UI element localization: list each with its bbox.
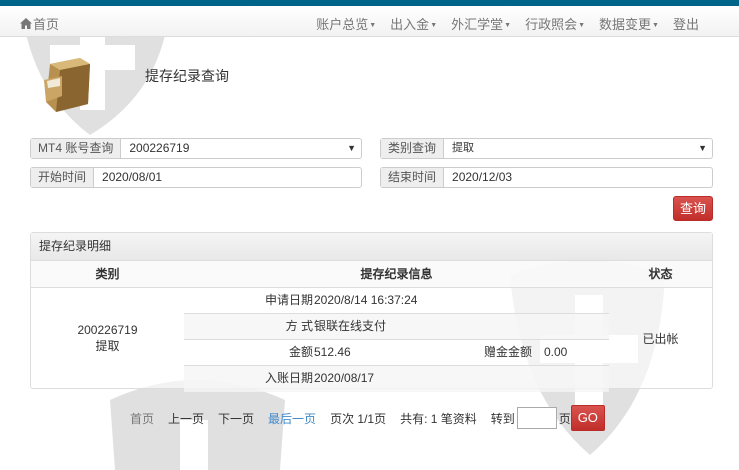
record-account: 200226719 <box>77 323 138 337</box>
menu-label: 数据变更 <box>599 17 652 32</box>
goto-label: 转到 <box>490 411 515 426</box>
record-category: 200226719 提取 <box>31 288 184 388</box>
menu-label: 账户总览 <box>316 17 369 32</box>
table-row: 入账日期 2020/08/17 <box>184 366 609 392</box>
method-value: 银联在线支付 <box>314 319 387 333</box>
panel-title: 提存纪录明细 <box>31 233 712 261</box>
menu-deposit-withdraw[interactable]: 出入金▼ <box>390 14 437 33</box>
menu-account-overview[interactable]: 账户总览▼ <box>316 14 376 33</box>
caret-down-icon: ▼ <box>652 22 659 30</box>
records-panel: 提存纪录明细 类别 提存纪录信息 状态 200226719 提取 申请日期 202… <box>30 232 713 392</box>
header-category: 类别 <box>95 267 120 281</box>
pagination: 首页 上一页 下一页 最后一页 页次 1/1页 共有: 1 笔资料 转到 页 G… <box>130 405 605 431</box>
total-records: 共有: 1 笔资料 <box>400 411 477 426</box>
menu-label: 外汇学堂 <box>451 17 504 32</box>
account-value: 200226719 <box>129 141 190 155</box>
status-badge: 已出帐 <box>642 331 679 346</box>
dropdown-arrow-icon: ▼ <box>347 143 356 153</box>
start-label: 开始时间 <box>31 168 95 187</box>
next-page-link[interactable]: 下一页 <box>218 410 254 427</box>
table-row: 方 式银联在线支付 <box>184 314 609 340</box>
dropdown-arrow-icon: ▼ <box>698 143 707 153</box>
type-value: 提取 <box>452 142 475 154</box>
home-icon <box>20 18 32 29</box>
end-value[interactable]: 2020/12/03 <box>444 168 712 187</box>
navbar: 首页 账户总览▼ 出入金▼ 外汇学堂▼ 行政照会▼ 数据变更▼ 登出 <box>0 6 739 37</box>
menu-data-change[interactable]: 数据变更▼ <box>599 14 659 33</box>
table-row: 金额 512.46 赠金金额 0.00 <box>184 340 609 366</box>
query-button[interactable]: 查询 <box>673 196 713 221</box>
end-date-field[interactable]: 结束时间 2020/12/03 <box>380 167 713 188</box>
type-label: 类别查询 <box>381 139 445 158</box>
amount-label: 金额 <box>288 345 313 359</box>
page-suffix: 页 <box>558 411 571 426</box>
home-link[interactable]: 首页 <box>20 14 59 33</box>
caret-down-icon: ▼ <box>578 22 586 30</box>
page-title: 提存纪录查询 <box>145 68 229 84</box>
goto-page-input[interactable] <box>516 407 557 429</box>
amount-value: 512.46 <box>314 345 351 359</box>
record-type: 提取 <box>95 339 120 353</box>
header-status: 状态 <box>648 267 673 281</box>
caret-down-icon: ▼ <box>369 22 377 30</box>
apply-date-value: 2020/8/14 16:37:24 <box>314 293 418 307</box>
bonus-label: 赠金金额 <box>484 345 533 359</box>
file-cabinet-icon <box>44 58 90 112</box>
end-label: 结束时间 <box>381 168 445 187</box>
credit-date-label: 入账日期 <box>264 371 313 385</box>
method-label: 方 式 <box>285 319 313 333</box>
logout-link[interactable]: 登出 <box>673 14 699 33</box>
start-value[interactable]: 2020/08/01 <box>94 168 361 187</box>
caret-down-icon: ▼ <box>504 22 512 30</box>
go-button[interactable]: GO <box>570 405 605 431</box>
caret-down-icon: ▼ <box>430 22 438 30</box>
menu-label: 出入金 <box>390 17 430 32</box>
first-page-link[interactable]: 首页 <box>130 410 154 427</box>
menu-forex-school[interactable]: 外汇学堂▼ <box>451 14 511 33</box>
table-row: 申请日期 2020/8/14 16:37:24 <box>184 288 609 314</box>
bonus-value: 0.00 <box>544 345 568 359</box>
apply-date-label: 申请日期 <box>264 293 313 307</box>
page-info: 页次 1/1页 <box>330 411 387 426</box>
menu-label: 行政照会 <box>525 17 578 32</box>
header-info: 提存纪录信息 <box>360 267 433 281</box>
start-date-field[interactable]: 开始时间 2020/08/01 <box>30 167 362 188</box>
type-select[interactable]: 类别查询 提取 ▼ <box>380 138 713 159</box>
account-label: MT4 账号查询 <box>31 139 122 158</box>
account-select[interactable]: MT4 账号查询 200226719 ▼ <box>30 138 362 159</box>
menu-admin-notice[interactable]: 行政照会▼ <box>525 14 585 33</box>
credit-date-value: 2020/08/17 <box>314 371 375 385</box>
last-page-link[interactable]: 最后一页 <box>268 410 316 427</box>
home-label: 首页 <box>33 17 60 32</box>
prev-page-link[interactable]: 上一页 <box>168 410 204 427</box>
